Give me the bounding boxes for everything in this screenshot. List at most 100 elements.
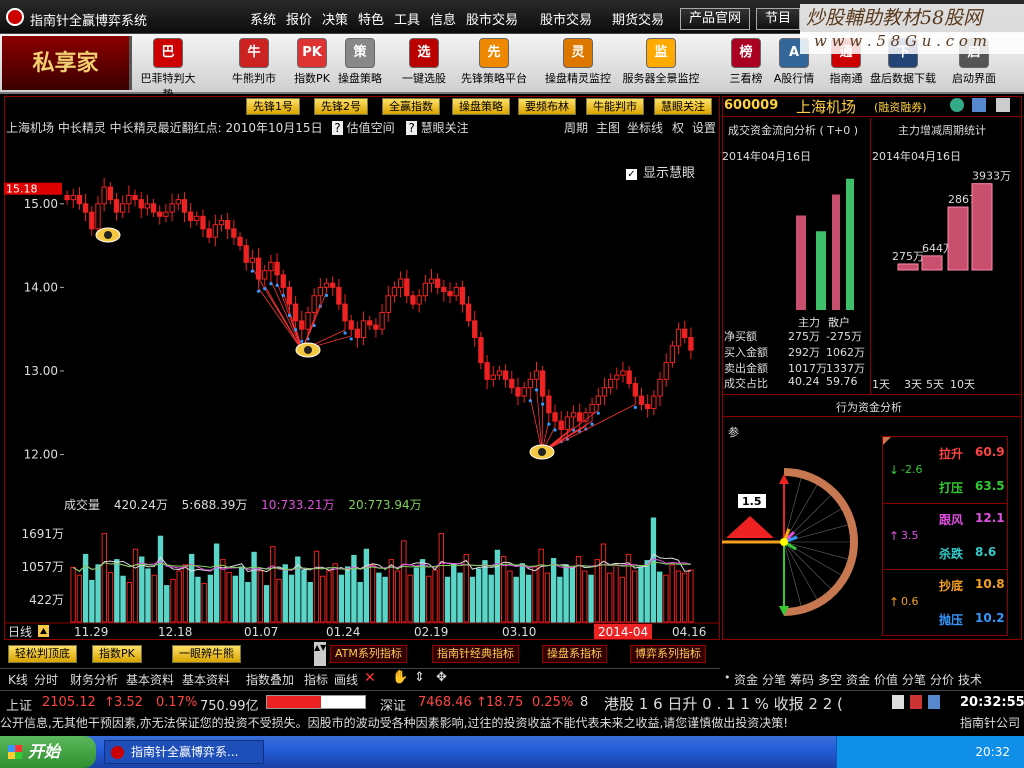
right-tab-0[interactable]: 资金 (734, 671, 758, 688)
valuation-icon[interactable]: ? (332, 121, 343, 135)
period-10d[interactable]: 10天 (950, 376, 975, 392)
main-chart-menu[interactable]: 主图 (596, 119, 620, 136)
axis-line-menu[interactable]: 坐标线 (627, 119, 663, 136)
candle-body (626, 370, 632, 385)
chart-tab-1[interactable]: 先锋2号 (314, 98, 368, 115)
indicator-dropdown-1[interactable]: 指南针经典指标 (432, 645, 519, 663)
period-menu[interactable]: 周期 (564, 119, 588, 136)
chart-icon[interactable] (972, 98, 986, 112)
volume-bar (394, 570, 401, 623)
bottom-tab-0[interactable]: K线 (8, 671, 28, 688)
right-tab-1[interactable]: 分笔 (762, 671, 786, 688)
right-tab-8[interactable]: 技术 (958, 671, 982, 688)
quick-button-1[interactable]: 指数PK (92, 645, 142, 663)
candle-body (441, 286, 447, 293)
menu-feature[interactable]: 特色 (358, 9, 384, 28)
indicator-dropdown-2[interactable]: 操盘系指标 (542, 645, 607, 663)
signal-dot (263, 287, 267, 291)
right-tab-2[interactable]: 筹码 (790, 671, 814, 688)
candle-body (638, 395, 645, 405)
period-1d[interactable]: 1天 (872, 376, 890, 392)
right-tab-3[interactable]: 多空 (818, 671, 842, 688)
y-tick-label: 13.00 (24, 364, 58, 378)
chart-tab-4[interactable]: 要频布林 (518, 98, 576, 115)
eye-marker-icon (295, 342, 321, 358)
toolbar-tool-0[interactable]: 巴巴菲特判大势 (138, 38, 198, 102)
volume-bar (401, 540, 407, 623)
info-icon[interactable] (928, 695, 940, 709)
toolbar-tool-5[interactable]: 先先锋策略平台 (452, 38, 536, 86)
menu-tools[interactable]: 工具 (394, 9, 420, 28)
toolbar-tool-1[interactable]: 牛牛熊判市 (224, 38, 284, 86)
hand-icon[interactable]: ✋ (392, 670, 408, 685)
quick-button-0[interactable]: 轻松判顶底 (8, 645, 77, 663)
quick-button-2[interactable]: 一眼辨牛熊 (172, 645, 241, 663)
chart-tab-2[interactable]: 全赢指数 (382, 98, 440, 115)
menu-system[interactable]: 系统 (250, 9, 276, 28)
volume-bar (563, 564, 569, 623)
chart-tab-3[interactable]: 操盘策略 (452, 98, 510, 115)
right-tab-6[interactable]: 分笔 (902, 671, 926, 688)
bottom-tab-5[interactable]: 指数叠加 (246, 671, 294, 688)
menu-stock-trade-2[interactable]: 股市交易 (540, 9, 592, 28)
program-button[interactable]: 节目 (756, 8, 801, 30)
bottom-tab-2[interactable]: 财务分析 (70, 671, 118, 688)
close-icon[interactable]: ✕ (364, 670, 376, 686)
product-site-button[interactable]: 产品官网 (680, 8, 751, 30)
scroll-arrows-icon[interactable]: ▲▼ (314, 642, 326, 666)
right-tab-4[interactable]: 资金 (846, 671, 870, 688)
toolbar-tool-6[interactable]: 灵操盘精灵监控 (536, 38, 620, 86)
candle-body (595, 395, 601, 405)
taskbar-app-item[interactable]: 指南针全赢博弈系... (104, 740, 264, 764)
start-button[interactable]: 开始 (0, 736, 96, 768)
candle-body (206, 228, 212, 238)
menu-stock-trade[interactable]: 股市交易 (466, 9, 518, 28)
chart-tab-5[interactable]: 牛能判市 (586, 98, 644, 115)
candle-body (558, 420, 564, 430)
volume-bar (307, 581, 313, 623)
bottom-tab-3[interactable]: 基本资料 (126, 671, 174, 688)
vertical-move-icon[interactable]: ⇕ (414, 670, 425, 685)
globe-icon[interactable] (950, 98, 964, 112)
candle-body (404, 278, 410, 297)
period-5d[interactable]: 5天 (926, 376, 944, 392)
chart-tab-6[interactable]: 慧眼关注 (654, 98, 712, 115)
rights-menu[interactable]: 权 (672, 119, 684, 136)
valuation-link[interactable]: 估值空间 (347, 121, 395, 135)
tool-label: 启动界面 (952, 72, 996, 85)
menu-futures[interactable]: 期货交易 (612, 9, 664, 28)
indicator-dropdown-3[interactable]: 博弈系列指标 (630, 645, 706, 663)
menu-decision[interactable]: 决策 (322, 9, 348, 28)
tools-icon[interactable] (996, 98, 1010, 112)
menu-quote[interactable]: 报价 (286, 9, 312, 28)
candle-body (336, 286, 342, 305)
move-icon[interactable]: ✥ (436, 670, 447, 685)
candle-body (354, 328, 361, 339)
settings-menu[interactable]: 设置 (692, 119, 716, 136)
candle-body (360, 320, 367, 339)
candle-body (546, 395, 552, 414)
bottom-tab-4[interactable]: 基本资料 (182, 671, 230, 688)
alarm-icon[interactable] (910, 695, 922, 709)
toolbar-tool-4[interactable]: 选一键选股 (394, 38, 454, 86)
period-label[interactable]: 日线 (8, 625, 32, 639)
signal-dot (275, 283, 279, 287)
period-3d[interactable]: 3天 (904, 376, 922, 392)
bottom-tab-6[interactable]: 指标 (304, 671, 328, 688)
sound-icon[interactable] (892, 695, 904, 709)
bottom-tab-7[interactable]: 画线 (334, 671, 358, 688)
focus-icon[interactable]: ? (406, 121, 417, 135)
right-tab-7[interactable]: 分价 (930, 671, 954, 688)
chart-tab-0[interactable]: 先锋1号 (246, 98, 300, 115)
behavior-arrow-icon: ↓ (889, 463, 900, 477)
menu-info[interactable]: 信息 (430, 9, 456, 28)
focus-link[interactable]: 慧眼关注 (421, 121, 469, 135)
indicator-dropdown-0[interactable]: ATM系列指标 (330, 645, 407, 663)
tool-label: 先锋策略平台 (461, 72, 527, 85)
right-tab-5[interactable]: 价值 (874, 671, 898, 688)
volume-bar (663, 574, 669, 623)
toolbar-tool-3[interactable]: 策操盘策略 (330, 38, 390, 86)
toolbar-tool-7[interactable]: 监服务器全景监控 (620, 38, 702, 86)
behavior-radar: 1.5 (722, 468, 858, 616)
bottom-tab-1[interactable]: 分时 (34, 671, 58, 688)
